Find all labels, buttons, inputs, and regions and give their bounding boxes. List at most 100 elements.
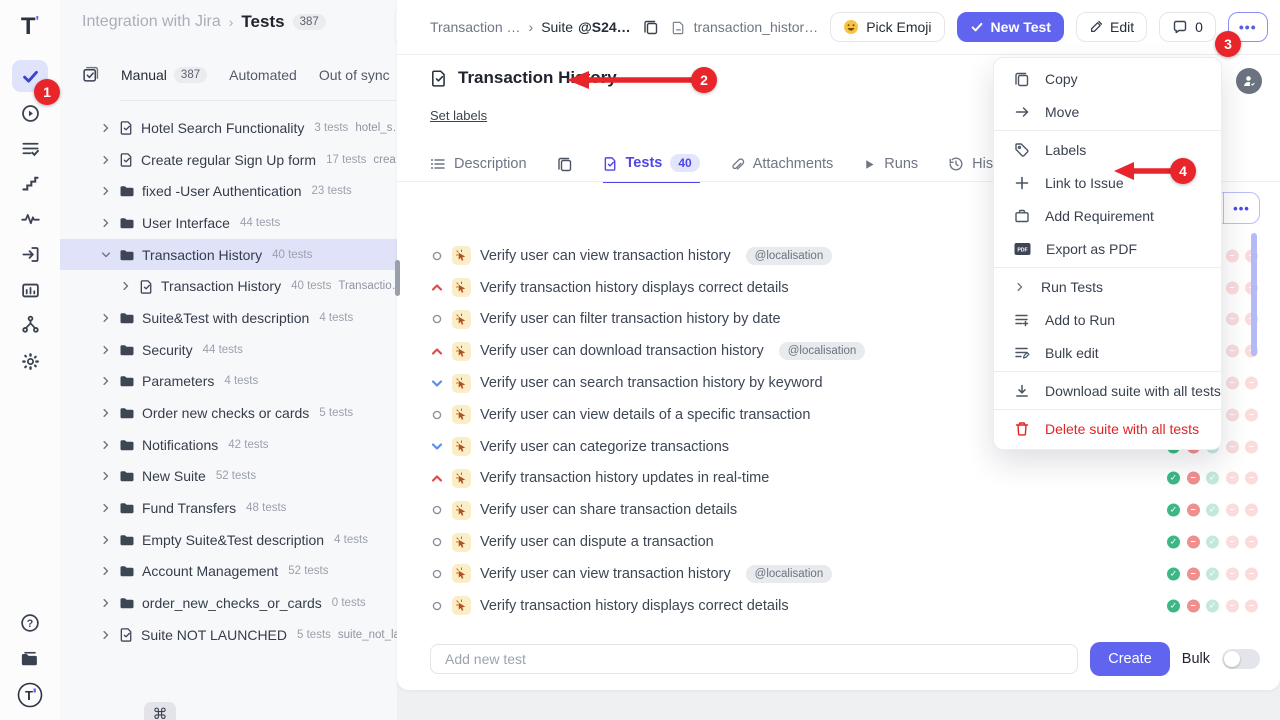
- create-button[interactable]: Create: [1090, 642, 1170, 676]
- copy-description-icon[interactable]: [557, 156, 573, 172]
- add-test-input[interactable]: [430, 644, 1078, 674]
- comments-button[interactable]: 0: [1159, 12, 1216, 42]
- priority-none-icon[interactable]: [430, 537, 443, 547]
- test-title[interactable]: Verify user can dispute a transaction: [480, 534, 714, 550]
- suite-tree-item[interactable]: Suite NOT LAUNCHED5 testssuite_not_lau…: [60, 619, 397, 651]
- list-edit-icon: [1014, 345, 1030, 361]
- test-row[interactable]: Verify user can share transaction detail…: [430, 494, 1258, 526]
- import-nav-icon[interactable]: [13, 239, 47, 269]
- tree-tab-automated[interactable]: Automated: [229, 67, 297, 83]
- keyboard-shortcut-icon[interactable]: ⌘: [144, 702, 176, 720]
- reports-nav-icon[interactable]: [13, 275, 47, 305]
- menu-item-delete-suite-with-all-tests[interactable]: Delete suite with all tests: [994, 412, 1221, 445]
- test-title[interactable]: Verify user can view transaction history: [480, 248, 731, 264]
- status-failed-icon: −: [1226, 567, 1239, 580]
- list-scrollbar[interactable]: [1251, 233, 1257, 356]
- test-title[interactable]: Verify transaction history displays corr…: [480, 280, 789, 296]
- priority-high-icon[interactable]: [430, 474, 443, 483]
- linked-file-name[interactable]: transaction_histor…: [694, 19, 819, 35]
- priority-high-icon[interactable]: [430, 283, 443, 292]
- test-row[interactable]: Verify transaction history updates in re…: [430, 463, 1258, 495]
- select-all-icon[interactable]: [82, 66, 99, 83]
- help-icon[interactable]: ?: [13, 608, 47, 638]
- folder-icon: [119, 215, 135, 231]
- test-row[interactable]: Verify user can dispute a transaction✓−✓…: [430, 526, 1258, 558]
- test-title[interactable]: Verify user can share transaction detail…: [480, 502, 737, 518]
- priority-none-icon[interactable]: [430, 505, 443, 515]
- breadcrumb-project[interactable]: Integration with Jira: [82, 13, 221, 31]
- tab-runs[interactable]: Runs: [863, 146, 918, 182]
- menu-item-export-as-pdf[interactable]: PDFExport as PDF: [994, 232, 1221, 265]
- test-title[interactable]: Verify user can view details of a specif…: [480, 407, 810, 423]
- test-title[interactable]: Verify transaction history updates in re…: [480, 470, 769, 486]
- suite-tree-item[interactable]: Create regular Sign Up form17 testscrea…: [60, 144, 397, 176]
- test-row[interactable]: Verify transaction history displays corr…: [430, 590, 1258, 622]
- priority-none-icon[interactable]: [430, 314, 443, 324]
- suite-tree-item[interactable]: Empty Suite&Test description4 tests: [60, 524, 397, 556]
- suite-tree-item[interactable]: Notifications42 tests: [60, 429, 397, 461]
- priority-none-icon[interactable]: [430, 410, 443, 420]
- test-title[interactable]: Verify user can download transaction his…: [480, 343, 764, 359]
- status-failed-icon: −: [1187, 567, 1200, 580]
- priority-none-icon[interactable]: [430, 251, 443, 261]
- pulse-nav-icon[interactable]: [13, 203, 47, 233]
- breadcrumb-tests: Tests: [241, 12, 284, 32]
- branches-nav-icon[interactable]: [13, 309, 47, 339]
- test-title[interactable]: Verify user can view transaction history: [480, 566, 731, 582]
- tab-attachments[interactable]: Attachments: [730, 146, 834, 182]
- topbar-breadcrumb-suite[interactable]: Suite: [541, 19, 573, 35]
- bulk-toggle[interactable]: [1222, 649, 1260, 669]
- menu-item-add-requirement[interactable]: Add Requirement: [994, 199, 1221, 232]
- assignee-avatar[interactable]: [1236, 68, 1262, 94]
- projects-icon[interactable]: [13, 644, 47, 674]
- menu-item-bulk-edit[interactable]: Bulk edit: [994, 336, 1221, 369]
- test-title[interactable]: Verify user can search transaction histo…: [480, 375, 823, 391]
- settings-nav-icon[interactable]: [13, 346, 47, 376]
- suite-tree-item[interactable]: User Interface44 tests: [60, 207, 397, 239]
- priority-none-icon[interactable]: [430, 569, 443, 579]
- new-test-button[interactable]: New Test: [957, 12, 1064, 42]
- menu-item-move[interactable]: Move: [994, 95, 1221, 128]
- list-more-dots[interactable]: •••: [1224, 201, 1259, 216]
- tree-tab-manual[interactable]: Manual387: [121, 67, 207, 83]
- edit-button[interactable]: Edit: [1076, 12, 1147, 42]
- suite-tree-item[interactable]: Suite&Test with description4 tests: [60, 302, 397, 334]
- menu-item-add-to-run[interactable]: Add to Run: [994, 303, 1221, 336]
- plans-nav-icon[interactable]: [13, 133, 47, 163]
- suite-tree-item[interactable]: fixed -User Authentication23 tests: [60, 175, 397, 207]
- test-title[interactable]: Verify user can filter transaction histo…: [480, 311, 781, 327]
- test-title[interactable]: Verify user can categorize transactions: [480, 439, 729, 455]
- suite-tree-item[interactable]: Parameters4 tests: [60, 366, 397, 398]
- suite-tree-item[interactable]: Fund Transfers48 tests: [60, 492, 397, 524]
- suite-tree-item[interactable]: Security44 tests: [60, 334, 397, 366]
- copy-id-icon[interactable]: [643, 19, 659, 35]
- suite-tree-item[interactable]: Transaction History40 testsTransactio…: [60, 270, 397, 302]
- tab-description[interactable]: Description: [430, 146, 527, 182]
- menu-item-run-tests[interactable]: Run Tests: [994, 270, 1221, 303]
- test-row[interactable]: Verify user can view transaction history…: [430, 558, 1258, 590]
- priority-none-icon[interactable]: [430, 601, 443, 611]
- set-labels-link[interactable]: Set labels: [430, 108, 487, 123]
- tab-tests[interactable]: Tests40: [603, 145, 700, 183]
- suite-tree-item[interactable]: New Suite52 tests: [60, 461, 397, 493]
- topbar-breadcrumb-parent[interactable]: Transaction …: [430, 19, 521, 35]
- menu-item-copy[interactable]: Copy: [994, 62, 1221, 95]
- suite-tree-item[interactable]: Account Management52 tests: [60, 556, 397, 588]
- tree-scrollbar[interactable]: [395, 260, 400, 296]
- suite-tree-item[interactable]: Transaction History40 tests: [60, 239, 397, 271]
- priority-low-icon[interactable]: [430, 442, 443, 451]
- suite-tree-item[interactable]: order_new_checks_or_cards0 tests: [60, 587, 397, 619]
- priority-low-icon[interactable]: [430, 379, 443, 388]
- test-title[interactable]: Verify transaction history displays corr…: [480, 598, 789, 614]
- more-dots: •••: [1239, 19, 1257, 35]
- workspace-avatar[interactable]: T: [13, 680, 47, 710]
- suite-tree-item[interactable]: Hotel Search Functionality3 testshotel_s…: [60, 112, 397, 144]
- priority-high-icon[interactable]: [430, 347, 443, 356]
- suite-tree-item[interactable]: Order new checks or cards5 tests: [60, 397, 397, 429]
- tree-tab-out-of-sync[interactable]: Out of sync: [319, 67, 390, 83]
- menu-item-download-suite-with-all-tests[interactable]: Download suite with all tests: [994, 374, 1221, 407]
- test-tag-badge: @localisation: [779, 342, 866, 360]
- pick-emoji-button[interactable]: Pick Emoji: [830, 12, 944, 42]
- app-logo[interactable]: T': [13, 12, 47, 42]
- milestones-nav-icon[interactable]: [13, 168, 47, 198]
